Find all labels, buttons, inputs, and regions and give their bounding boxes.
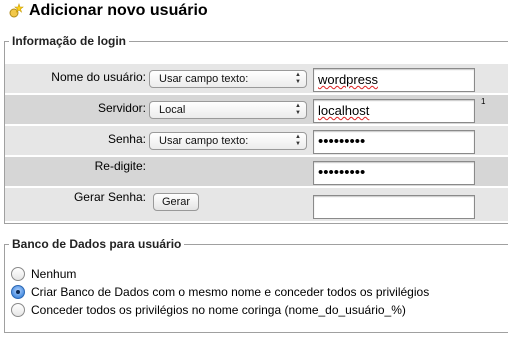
username-type-value: Usar campo texto:	[159, 73, 249, 85]
password-input[interactable]: •••••••••	[313, 130, 475, 154]
database-legend: Banco de Dados para usuário	[12, 237, 182, 251]
db-option-wildcard-label: Conceder todos os privilégios no nome co…	[31, 303, 406, 317]
username-row: Nome do usuário: Usar campo texto: ▲ ▼ wo…	[5, 64, 508, 94]
login-info-legend: Informação de login	[12, 34, 127, 48]
select-arrows-icon: ▲ ▼	[295, 134, 301, 147]
username-value: wordpress	[318, 72, 378, 87]
password-type-value: Usar campo texto:	[159, 135, 249, 147]
server-input[interactable]: localhost	[313, 99, 475, 123]
generate-password-label: Gerar Senha:	[73, 190, 146, 204]
generate-password-button[interactable]: Gerar	[153, 193, 199, 211]
db-option-none[interactable]: Nenhum	[11, 267, 76, 281]
radio-create-same-name[interactable]	[11, 285, 25, 299]
select-arrows-icon: ▲ ▼	[295, 72, 301, 85]
radio-none[interactable]	[11, 267, 25, 281]
password-type-select[interactable]: Usar campo texto: ▲ ▼	[149, 132, 307, 150]
password-value: •••••••••	[318, 133, 366, 150]
add-user-star-icon	[8, 3, 24, 19]
page-title-text: Adicionar novo usuário	[29, 2, 208, 19]
password-label: Senha:	[107, 132, 146, 146]
server-row: Servidor: Local ▲ ▼ localhost 1	[5, 95, 508, 125]
select-arrows-icon: ▲ ▼	[295, 103, 301, 116]
generated-password-input[interactable]	[313, 195, 475, 219]
page-title: Adicionar novo usuário	[8, 2, 208, 20]
retype-password-input[interactable]: •••••••••	[313, 161, 475, 185]
retype-row: Re-digite: •••••••••	[5, 157, 508, 187]
username-input[interactable]: wordpress	[313, 68, 475, 92]
retype-label: Re-digite:	[94, 159, 146, 173]
username-type-select[interactable]: Usar campo texto: ▲ ▼	[149, 70, 307, 88]
retype-value: •••••••••	[318, 164, 366, 181]
login-info-fieldset: Informação de login Nome do usuário: Usa…	[4, 34, 508, 224]
db-option-create-same-name-label: Criar Banco de Dados com o mesmo nome e …	[31, 285, 430, 299]
username-label: Nome do usuário:	[51, 70, 146, 84]
server-footnote: 1	[481, 97, 486, 106]
db-option-create-same-name[interactable]: Criar Banco de Dados com o mesmo nome e …	[11, 285, 429, 299]
database-fieldset: Banco de Dados para usuário Nenhum Criar…	[4, 237, 508, 333]
db-option-wildcard[interactable]: Conceder todos os privilégios no nome co…	[11, 303, 406, 317]
radio-wildcard[interactable]	[11, 303, 25, 317]
server-type-value: Local	[159, 104, 186, 116]
generate-password-row: Gerar Senha: Gerar	[5, 188, 508, 222]
server-value: localhost	[318, 103, 370, 118]
db-option-none-label: Nenhum	[31, 267, 77, 281]
server-type-select[interactable]: Local ▲ ▼	[149, 101, 307, 119]
password-row: Senha: Usar campo texto: ▲ ▼ •••••••••	[5, 126, 508, 156]
server-label: Servidor:	[97, 101, 146, 115]
